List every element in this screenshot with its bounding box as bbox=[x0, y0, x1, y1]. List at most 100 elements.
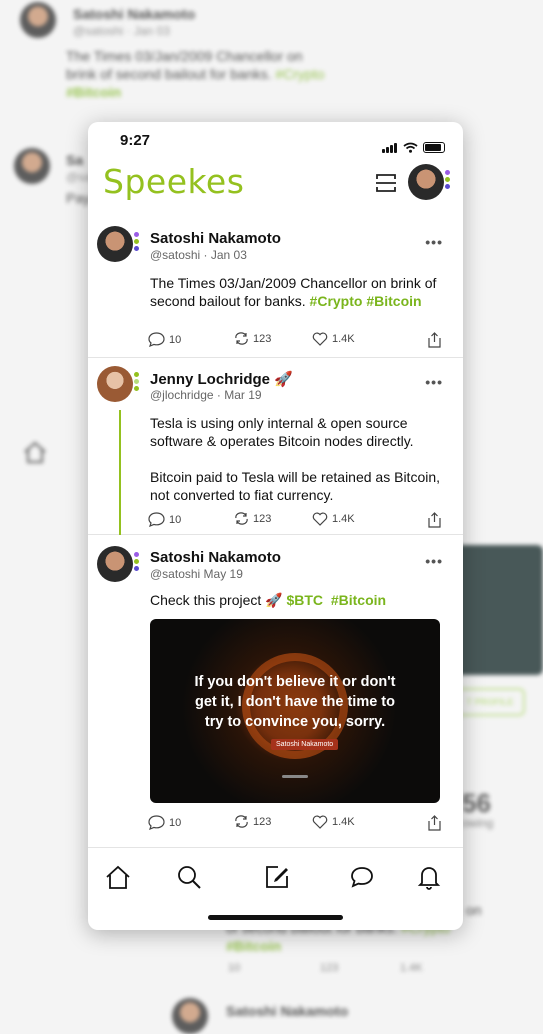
post-item[interactable]: Satoshi Nakamoto @satoshi · Jan 03 ••• T… bbox=[88, 218, 463, 358]
like-count: 1.4K bbox=[332, 513, 355, 525]
share-icon[interactable] bbox=[428, 512, 441, 528]
bg-short-text: Pay bbox=[66, 190, 91, 206]
compose-icon[interactable] bbox=[264, 864, 290, 890]
signal-icon bbox=[382, 135, 398, 153]
bg-metric-1: 10 bbox=[228, 962, 241, 974]
bg-text-1: The Times 03/Jan/2009 Chancellor on bbox=[66, 48, 303, 64]
status-icons bbox=[382, 135, 445, 153]
search-icon[interactable] bbox=[176, 864, 202, 890]
like-button[interactable]: 1.4K bbox=[312, 332, 355, 346]
reply-button[interactable]: 10 bbox=[148, 815, 181, 830]
bg-metric-3: 1.4K bbox=[400, 962, 423, 974]
bg-metric-2: 123 bbox=[320, 962, 339, 974]
repost-count: 123 bbox=[253, 332, 272, 345]
like-button[interactable]: 1.4K bbox=[312, 512, 355, 526]
post-text: Check this project 🚀 $BTC #Bitcoin bbox=[150, 592, 387, 608]
repost-icon bbox=[235, 815, 248, 828]
like-count: 1.4K bbox=[332, 816, 355, 828]
post-media-image[interactable]: If you don't believe it or don't get it,… bbox=[150, 619, 440, 803]
post-item[interactable]: Jenny Lochridge 🚀 @jlochridge · Mar 19 •… bbox=[88, 358, 463, 535]
bg-name: Satoshi Nakamoto bbox=[73, 6, 196, 22]
author-name[interactable]: Satoshi Nakamoto bbox=[150, 549, 281, 566]
hashtag[interactable]: #Crypto bbox=[310, 293, 363, 309]
heart-icon bbox=[312, 332, 328, 346]
bottom-tab-bar bbox=[88, 847, 463, 907]
like-count: 1.4K bbox=[332, 333, 355, 345]
post-text-2: Bitcoin paid to Tesla will be retained a… bbox=[150, 469, 441, 503]
post-text: The Times 03/Jan/2009 Chancellor on brin… bbox=[150, 275, 437, 309]
bg-text-2: brink of second bailout for banks. #Cryp… bbox=[66, 66, 325, 82]
heart-icon bbox=[312, 512, 328, 526]
comment-icon bbox=[148, 332, 165, 347]
bg-home-icon bbox=[24, 441, 46, 463]
home-indicator bbox=[208, 915, 343, 920]
repost-button[interactable]: 123 bbox=[234, 815, 271, 828]
status-time: 9:27 bbox=[120, 132, 151, 149]
reply-count: 10 bbox=[169, 816, 182, 829]
repost-button[interactable]: 123 bbox=[234, 332, 271, 345]
avatar[interactable] bbox=[97, 546, 133, 582]
status-bar: 9:27 bbox=[88, 122, 463, 162]
battery-icon bbox=[423, 142, 445, 153]
wifi-icon bbox=[403, 142, 418, 153]
like-button[interactable]: 1.4K bbox=[312, 815, 355, 829]
bg-pill: T PROFILE bbox=[455, 688, 525, 716]
author-handle: @satoshi May 19 bbox=[150, 567, 243, 581]
post-actions: 10 123 1.4K bbox=[148, 512, 443, 530]
thread-line bbox=[119, 410, 121, 535]
media-quote: If you don't believe it or don't get it,… bbox=[194, 674, 396, 730]
more-options-button[interactable]: ••• bbox=[425, 234, 443, 250]
bg-count: 56 bbox=[462, 788, 491, 818]
post-actions: 10 123 1.4K bbox=[148, 815, 443, 833]
avatar[interactable] bbox=[97, 366, 133, 402]
bg-handle: @satoshi · Jan 03 bbox=[73, 24, 170, 38]
bg-tag: #Bitcoin bbox=[66, 84, 122, 100]
app-header: Speekes bbox=[88, 162, 463, 214]
author-handle: @jlochridge · Mar 19 bbox=[150, 388, 262, 402]
media-author-tag: Satoshi Nakamoto bbox=[271, 739, 339, 750]
app-logo: Speekes bbox=[103, 162, 245, 201]
home-icon[interactable] bbox=[105, 864, 131, 890]
notifications-icon[interactable] bbox=[416, 864, 442, 890]
avatar[interactable] bbox=[97, 226, 133, 262]
author-name[interactable]: Jenny Lochridge 🚀 bbox=[150, 370, 293, 388]
bg-lower-text: on bbox=[466, 902, 482, 918]
bg-avatar-2 bbox=[14, 148, 50, 184]
phone-screen: 9:27 Speekes Satoshi Nakamoto @satoshi ·… bbox=[88, 122, 463, 930]
author-handle: @satoshi · Jan 03 bbox=[150, 248, 247, 262]
cashtag[interactable]: $BTC bbox=[286, 592, 323, 608]
comment-icon bbox=[148, 512, 165, 527]
bg-lower-tag: #Bitcoin bbox=[226, 938, 282, 954]
heart-icon bbox=[312, 815, 328, 829]
share-icon[interactable] bbox=[428, 332, 441, 348]
avatar-status-dots bbox=[134, 552, 140, 573]
avatar-status-dots bbox=[134, 232, 140, 253]
author-name[interactable]: Satoshi Nakamoto bbox=[150, 230, 281, 247]
media-watermark bbox=[282, 775, 308, 778]
avatar-status-dots bbox=[445, 170, 451, 191]
more-options-button[interactable]: ••• bbox=[425, 553, 443, 569]
reply-count: 10 bbox=[169, 513, 182, 526]
profile-avatar[interactable] bbox=[408, 164, 450, 200]
bg-avatar-3 bbox=[172, 998, 208, 1034]
reply-button[interactable]: 10 bbox=[148, 512, 181, 527]
post-actions: 10 123 1.4K bbox=[148, 332, 443, 350]
repost-icon bbox=[235, 512, 248, 525]
more-options-button[interactable]: ••• bbox=[425, 374, 443, 390]
hashtag[interactable]: #Bitcoin bbox=[331, 592, 386, 608]
scan-icon[interactable] bbox=[374, 171, 398, 195]
repost-icon bbox=[235, 332, 248, 345]
post-text: Tesla is using only internal & open sour… bbox=[150, 415, 414, 449]
repost-count: 123 bbox=[253, 815, 272, 828]
bg-short-name: Sa bbox=[66, 152, 84, 168]
messages-icon[interactable] bbox=[349, 864, 375, 890]
hashtag[interactable]: #Bitcoin bbox=[366, 293, 421, 309]
avatar-status-dots bbox=[134, 372, 140, 393]
repost-count: 123 bbox=[253, 512, 272, 525]
reply-button[interactable]: 10 bbox=[148, 332, 181, 347]
repost-button[interactable]: 123 bbox=[234, 512, 271, 525]
bg-avatar bbox=[20, 2, 56, 38]
bg-name-3: Satoshi Nakamoto bbox=[226, 1003, 349, 1019]
share-icon[interactable] bbox=[428, 815, 441, 831]
bg-count-label: owing bbox=[462, 816, 494, 830]
